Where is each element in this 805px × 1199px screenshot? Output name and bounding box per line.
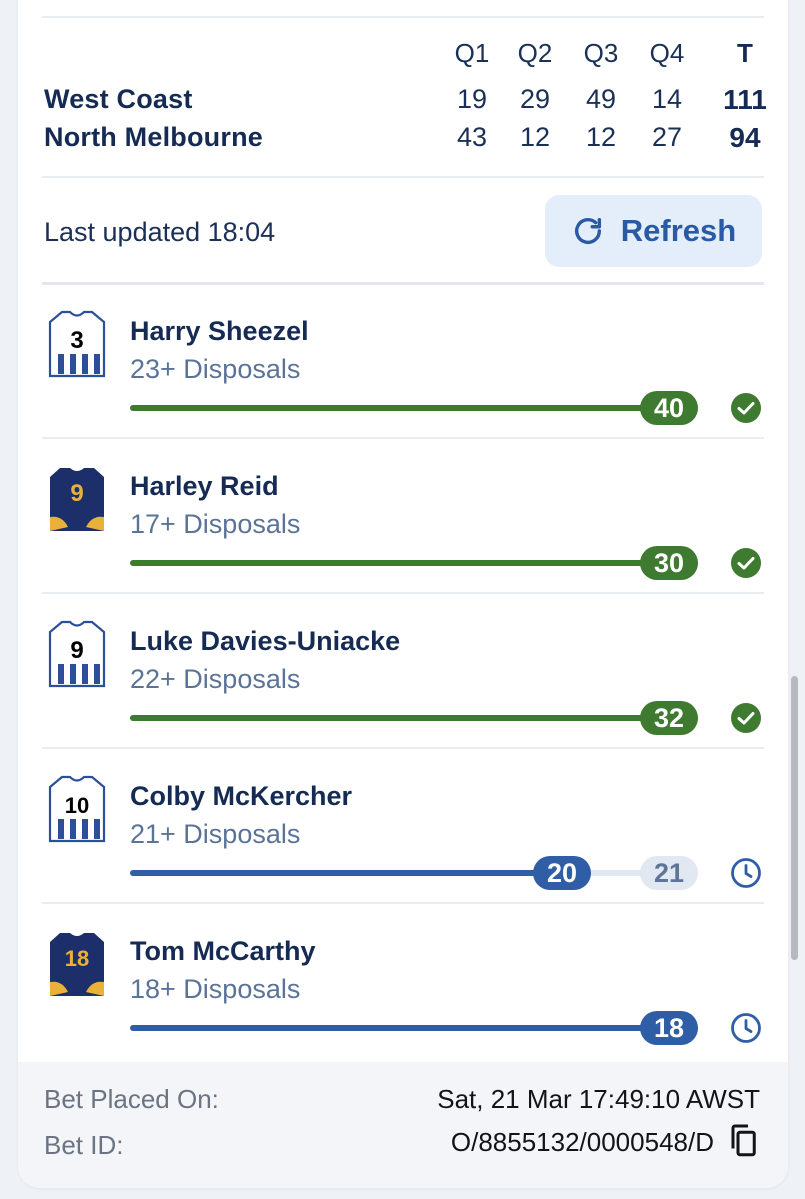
bet-id-group: O/8855132/0000548/D: [451, 1122, 760, 1162]
player-name: Harry Sheezel: [130, 316, 309, 346]
current-count-badge: 18: [640, 1011, 698, 1045]
scrollbar[interactable]: [791, 676, 798, 960]
divider: [42, 16, 764, 18]
progress-fill: [130, 560, 698, 566]
target-count-badge: 21: [640, 856, 698, 890]
q3-score: 49: [585, 84, 617, 114]
bet-leg-row: 10 Colby McKercher 21+ Disposals 20 21: [42, 749, 764, 904]
q3-header: Q3: [583, 38, 619, 68]
clock-icon: [730, 857, 762, 889]
player-name: Luke Davies-Uniacke: [130, 626, 401, 656]
copy-bet-id-button[interactable]: [726, 1122, 760, 1162]
progress-track: 40: [130, 391, 698, 425]
market-label: 17+ Disposals: [130, 509, 301, 539]
market-label: 22+ Disposals: [130, 664, 301, 694]
q4-header: Q4: [649, 38, 685, 68]
q2-score: 12: [519, 122, 551, 152]
divider: [42, 176, 764, 178]
q2-header: Q2: [517, 38, 553, 68]
current-count-badge: 40: [640, 391, 698, 425]
progress-fill: [130, 405, 698, 411]
progress-fill: [130, 1025, 698, 1031]
bet-id-label: Bet ID:: [44, 1130, 124, 1160]
svg-text:18: 18: [65, 946, 89, 971]
bet-details-footer: Bet Placed On: Sat, 21 Mar 17:49:10 AWST…: [18, 1062, 788, 1188]
player-jersey-icon: 10: [48, 775, 106, 843]
player-jersey-icon: 9: [48, 465, 106, 533]
copy-icon: [731, 1124, 756, 1156]
bet-placed-label: Bet Placed On:: [44, 1084, 219, 1114]
current-count-badge: 32: [640, 701, 698, 735]
progress-fill: [130, 715, 698, 721]
player-jersey-icon: 3: [48, 310, 106, 378]
check-circle-icon: [730, 702, 762, 734]
bet-card: Q1 Q2 Q3 Q4 T West Coast 19 29 49 14 111…: [18, 0, 788, 1188]
total-score: 111: [723, 84, 767, 115]
bet-leg-row: 3 Harry Sheezel 23+ Disposals 40: [42, 284, 764, 439]
player-jersey-icon: 9: [48, 620, 106, 688]
q3-score: 12: [585, 122, 617, 152]
current-count-badge: 30: [640, 546, 698, 580]
score-row-west-coast: West Coast 19 29 49 14 111: [44, 84, 767, 118]
team-name: North Melbourne: [44, 122, 263, 152]
svg-text:9: 9: [70, 480, 83, 507]
bet-id-value: O/8855132/0000548/D: [450, 1126, 714, 1157]
q4-score: 27: [651, 122, 683, 152]
progress-track: 20 21: [130, 856, 698, 890]
score-row-north-melbourne: North Melbourne 43 12 12 27 94: [44, 122, 762, 156]
last-updated-text: Last updated 18:04: [44, 217, 276, 247]
progress-track: 18: [130, 1011, 698, 1045]
bet-leg-row: 9 Harley Reid 17+ Disposals 30: [42, 439, 764, 594]
progress-fill: [130, 870, 591, 876]
q1-score: 19: [456, 84, 488, 114]
progress-track: 32: [130, 701, 698, 735]
current-count-badge: 20: [533, 856, 591, 890]
refresh-icon: [574, 217, 601, 244]
player-name: Colby McKercher: [130, 781, 353, 811]
player-name: Tom McCarthy: [130, 936, 316, 966]
player-jersey-icon: 18: [48, 930, 106, 998]
svg-text:3: 3: [70, 327, 83, 354]
bet-placed-value: Sat, 21 Mar 17:49:10 AWST: [437, 1084, 760, 1114]
check-circle-icon: [730, 547, 762, 579]
refresh-button[interactable]: Refresh: [545, 195, 762, 267]
progress-track: 30: [130, 546, 698, 580]
q1-header: Q1: [454, 38, 490, 68]
bet-leg-row: 9 Luke Davies-Uniacke 22+ Disposals 32: [42, 594, 764, 749]
q1-score: 43: [456, 122, 488, 152]
market-label: 18+ Disposals: [130, 974, 301, 1004]
refresh-label: Refresh: [620, 213, 737, 248]
clock-icon: [730, 1012, 762, 1044]
svg-text:10: 10: [65, 793, 89, 818]
q2-score: 29: [519, 84, 551, 114]
bet-leg-row: 18 Tom McCarthy 18+ Disposals 18: [42, 904, 764, 1059]
market-label: 21+ Disposals: [130, 819, 301, 849]
market-label: 23+ Disposals: [130, 354, 301, 384]
total-header: T: [737, 38, 753, 68]
svg-text:9: 9: [70, 637, 83, 664]
player-name: Harley Reid: [130, 471, 279, 501]
q4-score: 14: [651, 84, 683, 114]
total-score: 94: [729, 122, 761, 153]
scoreboard-header: Q1 Q2 Q3 Q4 T: [44, 38, 762, 72]
check-circle-icon: [730, 392, 762, 424]
team-name: West Coast: [44, 84, 193, 114]
